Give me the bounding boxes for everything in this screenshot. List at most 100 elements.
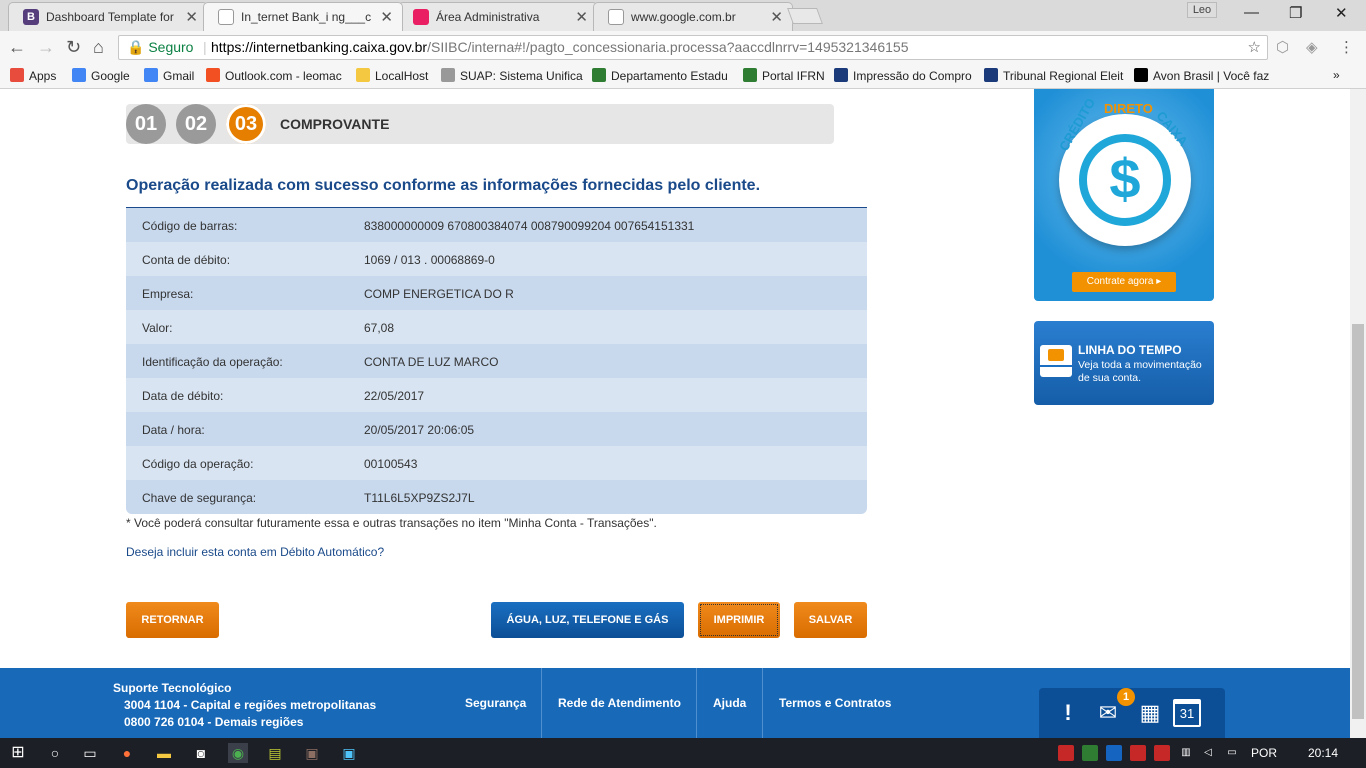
print-button[interactable]: IMPRIMIR (698, 602, 780, 638)
volume-icon[interactable]: ◁ (1200, 745, 1216, 761)
reload-icon[interactable]: ↻ (66, 37, 81, 58)
footer-link-rede[interactable]: Rede de Atendimento (541, 668, 681, 738)
page-icon (218, 9, 234, 25)
tray-antivirus-icon[interactable] (1154, 745, 1170, 761)
receipt-row: Código de barras: 838000000009 6708003840… (126, 208, 867, 242)
tray-app-icon[interactable] (1058, 745, 1074, 761)
scrollbar-thumb[interactable] (1352, 324, 1364, 719)
user-profile-button[interactable]: Leo (1187, 2, 1217, 18)
contract-now-button[interactable]: Contrate agora ▸ (1072, 272, 1176, 292)
tab-dashboard[interactable]: B Dashboard Template for ✕ (8, 2, 208, 31)
receipt-value: 00100543 (364, 457, 418, 471)
ifrn-icon (743, 68, 757, 82)
bookmark-item[interactable]: Avon Brasil | Você faz (1134, 68, 1269, 83)
calendar-icon[interactable]: 31 (1173, 699, 1201, 727)
alert-icon[interactable]: ! (1051, 696, 1085, 730)
camera-icon[interactable]: ◙ (191, 743, 211, 763)
receipt-value: 22/05/2017 (364, 389, 425, 403)
close-icon[interactable]: ✕ (380, 8, 393, 26)
secure-label: Seguro (148, 39, 194, 55)
receipt-row: Data de débito: 22/05/2017 (126, 378, 867, 412)
google-icon (144, 68, 158, 82)
bookmark-item[interactable]: Gmail (144, 68, 194, 83)
bookmark-item[interactable]: Departamento Estadu (592, 68, 728, 83)
page-content: 01 02 03 COMPROVANTE Operação realizada … (0, 89, 1350, 738)
minimize-icon[interactable]: — (1244, 4, 1259, 21)
bookmarks-bar: Apps Google Gmail Outlook.com - leomac Local… (0, 64, 1366, 89)
extension-icon[interactable]: ◈ (1306, 38, 1324, 56)
language-indicator[interactable]: POR (1251, 746, 1277, 760)
close-icon[interactable]: ✕ (575, 8, 588, 26)
clock[interactable]: 20:14 (1308, 746, 1338, 760)
ad-title: LINHA DO TEMPO (1078, 343, 1182, 357)
tab-title: Dashboard Template for (46, 10, 174, 24)
new-tab-button[interactable] (787, 8, 823, 24)
file-explorer-icon[interactable]: ▬ (154, 743, 174, 763)
tab-google[interactable]: www.google.com.br ✕ (593, 2, 793, 31)
extension-icon[interactable]: ⬡ (1276, 38, 1294, 56)
receipt-value: 20/05/2017 20:06:05 (364, 423, 475, 437)
firefox-icon[interactable]: ● (117, 743, 137, 763)
tab-internet-banking[interactable]: In_ternet Bank_i ng___cA ✕ (203, 2, 403, 31)
tray-app-icon[interactable] (1106, 745, 1122, 761)
utilities-button[interactable]: ÁGUA, LUZ, TELEFONE E GÁS (491, 602, 684, 638)
footer-link-ajuda[interactable]: Ajuda (696, 668, 746, 738)
search-icon[interactable]: ○ (45, 743, 65, 763)
close-icon[interactable]: ✕ (185, 8, 198, 26)
windows-start-icon[interactable]: ⊞ (8, 743, 28, 763)
bookmark-star-icon[interactable]: ☆ (1248, 36, 1261, 59)
receipt-value: 838000000009 670800384074 008790099204 0… (364, 219, 695, 233)
linha-do-tempo-ad[interactable]: LINHA DO TEMPO Veja toda a movimentação … (1034, 321, 1214, 405)
app-icon[interactable]: ▣ (302, 743, 322, 763)
tab-title: www.google.com.br (631, 10, 736, 24)
bookmark-item[interactable]: Apps (10, 68, 56, 83)
scrollbar[interactable] (1350, 89, 1366, 738)
tray-app-icon[interactable] (1082, 745, 1098, 761)
tab-title: In_ternet Bank_i ng___cA (241, 10, 371, 24)
bookmark-item[interactable]: Tribunal Regional Eleit (984, 68, 1123, 83)
back-icon[interactable]: ← (8, 37, 26, 58)
network-icon[interactable]: ▥ (1178, 745, 1194, 761)
receipt-row: Chave de segurança: T11L6L5XP9ZS2J7L (126, 480, 867, 514)
step-3-current: 03 (226, 104, 266, 144)
footer-link-termos[interactable]: Termos e Contratos (762, 668, 891, 738)
footer-icon-bar: ! ✉ 1 ▦ 31 (1039, 688, 1225, 738)
receipt-label: Chave de segurança: (142, 491, 257, 505)
task-view-icon[interactable]: ▭ (80, 743, 100, 763)
bookmark-item[interactable]: LocalHost (356, 68, 428, 83)
browser-toolbar: ← → ↻ ⌂ 🔒 Seguro | https://internetbanki… (0, 31, 1366, 64)
windows-taskbar: ⊞ ○ ▭ ● ▬ ◙ ◉ ▤ ▣ ▣ ▥ ◁ ▭ POR 20:14 (0, 738, 1366, 768)
chrome-icon[interactable]: ◉ (228, 743, 248, 763)
receipt-row: Identificação da operação: CONTA DE LUZ M… (126, 344, 867, 378)
receipt-label: Valor: (142, 321, 173, 335)
success-message: Operação realizada com sucesso conforme … (126, 177, 761, 194)
bookmark-label: Outlook.com - leomac (225, 69, 342, 83)
save-button[interactable]: SALVAR (794, 602, 867, 638)
bookmark-item[interactable]: Google (72, 68, 130, 83)
close-icon[interactable]: ✕ (770, 8, 783, 26)
forward-icon[interactable]: → (37, 37, 55, 58)
bookmark-label: LocalHost (375, 69, 429, 83)
bookmark-item[interactable]: Portal IFRN (743, 68, 825, 83)
credito-direto-caixa-ad[interactable]: $ CRÉDITO DIRETO CAIXA Contrate agora ▸ (1034, 89, 1214, 301)
calculator-icon[interactable]: ▦ (1133, 696, 1167, 730)
close-window-icon[interactable]: ✕ (1335, 4, 1348, 22)
more-bookmarks-icon[interactable]: » (1333, 68, 1340, 82)
restore-icon[interactable]: ❐ (1289, 4, 1302, 22)
home-icon[interactable]: ⌂ (93, 37, 104, 58)
footer-link-seguranca[interactable]: Segurança (465, 668, 526, 738)
avon-icon (1134, 68, 1148, 82)
tray-antivirus-icon[interactable] (1130, 745, 1146, 761)
app-icon[interactable]: ▣ (339, 743, 359, 763)
notepad-icon[interactable]: ▤ (265, 743, 285, 763)
bookmark-item[interactable]: SUAP: Sistema Unifica (441, 68, 583, 83)
notification-icon[interactable]: ▭ (1224, 745, 1240, 761)
bookmark-label: Impressão do Compro (853, 69, 972, 83)
tab-area-administrativa[interactable]: Área Administrativa ✕ (398, 2, 598, 31)
return-button[interactable]: RETORNAR (126, 602, 219, 638)
automatic-debit-link[interactable]: Deseja incluir esta conta em Débito Auto… (126, 545, 384, 559)
address-bar[interactable]: 🔒 Seguro | https://internetbanking.caixa… (118, 35, 1268, 60)
bookmark-item[interactable]: Impressão do Compro (834, 68, 972, 83)
menu-icon[interactable]: ⋮ (1339, 38, 1357, 56)
bookmark-item[interactable]: Outlook.com - leomac (206, 68, 342, 83)
